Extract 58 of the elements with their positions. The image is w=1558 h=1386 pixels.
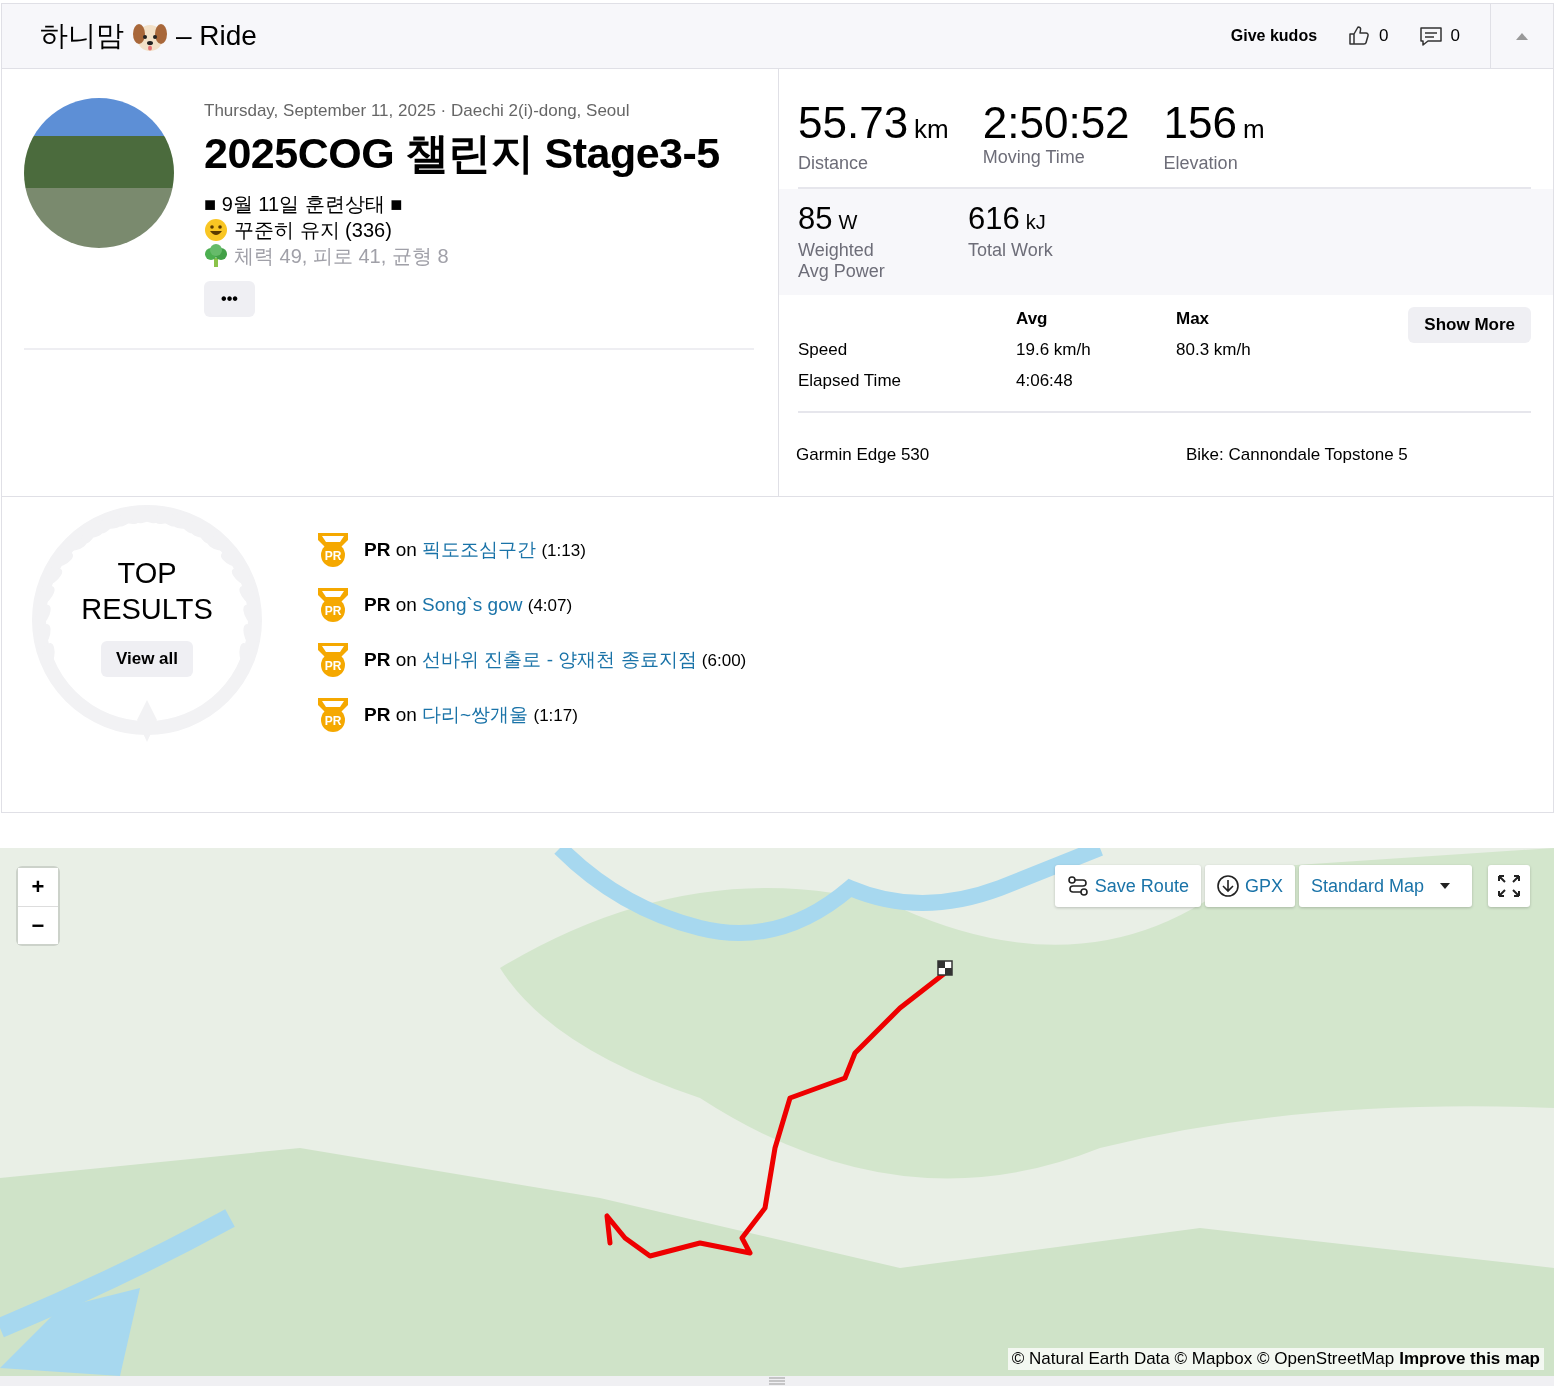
activity-date-location: Thursday, September 11, 2025 · Daechi 2(i)-dong, Seoul <box>204 101 630 121</box>
stat-value: 2:50:52 <box>982 99 1130 147</box>
stat-label: Total Work <box>968 240 1054 261</box>
improve-map-link[interactable]: Improve this map <box>1399 1349 1540 1369</box>
more-options-button[interactable]: ••• <box>204 281 255 317</box>
kudos-count: 0 <box>1379 26 1389 46</box>
segment-link[interactable]: 선바위 진출로 - 양재천 종료지점 <box>422 649 697 670</box>
download-icon <box>1216 875 1239 897</box>
fullscreen-button[interactable] <box>1488 865 1530 907</box>
achievement-text: PR on Song`s gow (4:07) <box>364 594 573 616</box>
comment-icon[interactable] <box>1418 24 1443 48</box>
caret-down-icon <box>1440 883 1450 889</box>
table-cell: 80.3 km/h <box>1176 340 1251 360</box>
stat-value: 85 W <box>798 201 859 238</box>
view-all-button[interactable]: View all <box>100 641 194 677</box>
segment-link[interactable]: 픽도조심구간 <box>422 539 537 560</box>
table-cell: 4:06:48 <box>1016 371 1073 391</box>
comment-count: 0 <box>1450 26 1460 46</box>
row-label: Speed <box>798 340 848 360</box>
device-name: Garmin Edge 530 <box>796 445 931 465</box>
table-cell: 19.6 km/h <box>1016 340 1091 360</box>
stat-value: 616 kJ <box>968 201 1047 238</box>
athlete-name[interactable]: 하니맘 <box>40 17 124 55</box>
stat-label: Distance <box>798 153 870 174</box>
description-line: 꾸준히 유지 (336) <box>234 218 392 243</box>
resize-handle-icon[interactable] <box>769 1377 785 1385</box>
smiley-icon <box>204 218 228 242</box>
save-route-button[interactable]: Save Route <box>1054 865 1201 907</box>
achievement-text: PR on 다리~쌍개울 (1:17) <box>364 703 578 727</box>
segment-link[interactable]: Song`s gow <box>422 594 523 615</box>
description-line: ■ 9월 11일 훈련상태 ■ <box>204 192 403 217</box>
achievement-text: PR on 선바위 진출로 - 양재천 종료지점 (6:00) <box>364 648 747 672</box>
stat-label: Elevation <box>1163 153 1239 174</box>
gpx-download-button[interactable]: GPX <box>1204 865 1295 907</box>
caret-up-icon[interactable] <box>1515 31 1529 41</box>
segment-link[interactable]: 다리~쌍개울 <box>422 704 529 725</box>
stat-value: 55.73 km <box>798 99 949 149</box>
top-results-title: TOP RESULTS <box>80 556 214 627</box>
route-icon <box>1066 875 1089 897</box>
give-kudos-button[interactable]: Give kudos <box>1230 27 1318 45</box>
column-header: Max <box>1176 309 1210 329</box>
column-header: Avg <box>1016 309 1048 329</box>
fullscreen-icon <box>1498 875 1520 897</box>
stat-label: Moving Time <box>982 147 1086 168</box>
activity-title: 2025COG 챌린지 Stage3-5 <box>204 128 720 179</box>
zoom-out-button[interactable]: − <box>18 906 58 944</box>
broccoli-icon <box>204 244 228 268</box>
map-attribution: © Natural Earth Data © Mapbox © OpenStreetMap <box>1011 1349 1395 1369</box>
thumbs-up-icon[interactable] <box>1347 24 1372 48</box>
stat-label: Weighted Avg Power <box>798 240 886 282</box>
bike-name[interactable]: Bike: Cannondale Topstone 5 <box>1186 445 1408 465</box>
row-label: Elapsed Time <box>798 371 901 391</box>
description-line: 체력 49, 피로 41, 균형 8 <box>234 244 449 269</box>
stat-value: 156 m <box>1163 99 1265 149</box>
show-more-button[interactable]: Show More <box>1408 307 1531 343</box>
achievement-text: PR on 픽도조심구간 (1:13) <box>364 538 586 562</box>
activity-type: – Ride <box>176 20 257 52</box>
map-style-dropdown[interactable]: Standard Map <box>1298 865 1472 907</box>
